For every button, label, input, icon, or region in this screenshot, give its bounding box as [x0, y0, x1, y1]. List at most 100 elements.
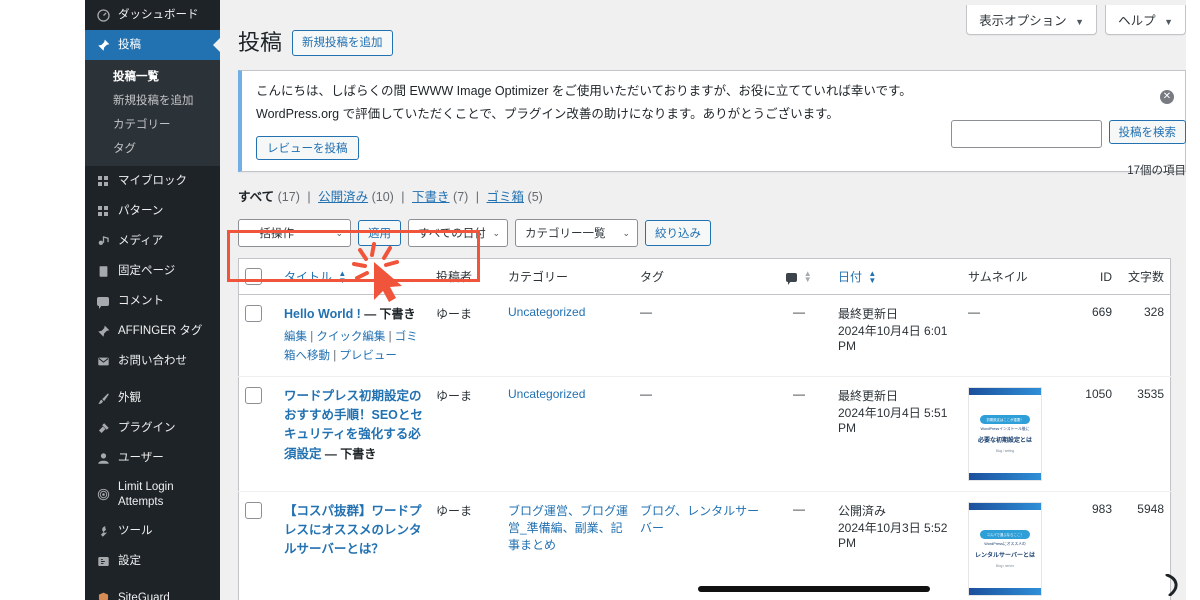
post-tag-link[interactable]: ブログ、レンタルサーバー [640, 504, 759, 535]
sidebar-item-limit-login-attempts[interactable]: Limit Login Attempts [85, 473, 220, 517]
sidebar-item-tools[interactable]: ツール [85, 517, 220, 547]
right-white-edge [1186, 0, 1200, 600]
column-header-date[interactable]: 日付 ▲ ▼ [832, 258, 962, 296]
pin-icon [95, 37, 111, 53]
sidebar-item-comments[interactable]: コメント [85, 286, 220, 316]
submenu-item-categories[interactable]: カテゴリー [85, 112, 220, 136]
column-header-categories: カテゴリー [502, 258, 634, 296]
post-review-button[interactable]: レビューを投稿 [256, 136, 359, 161]
sidebar-item-contact[interactable]: お問い合わせ [85, 346, 220, 376]
submenu-item-all-posts[interactable]: 投稿一覧 [85, 64, 220, 88]
posts-submenu[interactable]: 投稿一覧 新規投稿を追加 カテゴリー タグ [85, 60, 220, 166]
pin-icon [95, 323, 111, 339]
horizontal-scrollbar[interactable] [698, 586, 930, 592]
sidebar-item-patterns[interactable]: パターン [85, 196, 220, 226]
filter-separator: | [401, 190, 405, 205]
column-header-comments[interactable]: ▲ ▼ [766, 258, 832, 296]
sidebar-item-label: プラグイン [118, 421, 176, 434]
post-date-status: 最終更新日 [838, 307, 899, 322]
sort-arrows-icon[interactable]: ▲ ▼ [868, 270, 876, 285]
comment-icon [95, 293, 111, 309]
left-white-margin [0, 0, 85, 600]
filter-trash-label[interactable]: ゴミ箱 [487, 190, 525, 204]
table-row[interactable]: ワードプレス初期設定のおすすめ手順！SEOとセキュリティを強化する必須設定 — … [238, 375, 1171, 492]
sidebar-item-dashboard[interactable]: ダッシュボード [85, 0, 220, 30]
post-category-link[interactable]: Uncategorized [508, 305, 585, 319]
plugin-icon [95, 420, 111, 436]
select-all-checkbox[interactable] [245, 268, 262, 286]
post-state: — 下書き [364, 307, 416, 322]
sidebar-item-appearance[interactable]: 外観 [85, 383, 220, 413]
sidebar-item-label: コメント [118, 294, 164, 307]
table-row[interactable]: Hello World ! — 下書き 編集 | クイック編集 | ゴミ箱へ移動… [239, 295, 1171, 376]
screen-options-button[interactable]: 表示オプション ▼ [966, 5, 1098, 35]
table-row[interactable]: 【コスパ抜群】ワードプレスにオススメのレンタルサーバーとは？ ゆーま ブログ運営… [238, 490, 1171, 600]
submenu-item-tags[interactable]: タグ [85, 136, 220, 160]
filter-published-label[interactable]: 公開済み [318, 190, 368, 204]
post-char-count: 3535 [1118, 375, 1171, 492]
row-action-edit[interactable]: 編集 [284, 331, 307, 343]
column-header-author: 投稿者 [430, 258, 502, 296]
wrench-icon [95, 524, 111, 540]
admin-sidebar[interactable]: ダッシュボード 投稿 投稿一覧 新規投稿を追加 カテゴリー タグ マイブロック … [85, 0, 220, 600]
table-header-row: タイトル ▲ ▼ 投稿者 カテゴリー タグ ▲ ▼ 日付 ▲ ▼ サムネイル I… [238, 258, 1171, 296]
search-box[interactable]: 投稿を検索 [950, 120, 1186, 148]
post-id: 1050 [1066, 375, 1118, 492]
sidebar-item-my-blocks[interactable]: マイブロック [85, 166, 220, 196]
row-checkbox[interactable] [245, 501, 262, 519]
search-input[interactable] [950, 120, 1102, 148]
date-filter-select[interactable]: すべての日付 ⌄ [408, 219, 508, 248]
main-content: 表示オプション ▼ ヘルプ ▼ 投稿 新規投稿を追加 こんにちは、しばらくの間 … [220, 0, 1200, 600]
help-button[interactable]: ヘルプ ▼ [1105, 5, 1186, 35]
sort-arrows-icon[interactable]: ▲ ▼ [338, 270, 346, 285]
close-icon[interactable]: ✕ [1160, 89, 1174, 104]
thumbnail-bottom-bar [969, 587, 1041, 595]
bulk-actions-select[interactable]: 一括操作 ⌄ [238, 219, 351, 248]
post-author: ゆーま [436, 307, 473, 322]
sidebar-item-posts[interactable]: 投稿 [85, 30, 220, 60]
sidebar-item-siteguard[interactable]: SiteGuard [85, 584, 220, 600]
filter-separator: | [307, 190, 311, 205]
pages-icon [95, 263, 111, 279]
thumbnail-top-bar [969, 387, 1041, 395]
sidebar-divider [85, 577, 220, 584]
row-checkbox[interactable] [245, 386, 262, 404]
sidebar-item-affinger-tag[interactable]: AFFINGER タグ [85, 316, 220, 346]
sidebar-item-users[interactable]: ユーザー [85, 443, 220, 473]
sidebar-item-settings[interactable]: 設定 [85, 547, 220, 577]
sort-arrows-icon[interactable]: ▲ ▼ [804, 269, 812, 285]
submenu-item-add-new[interactable]: 新規投稿を追加 [85, 88, 220, 112]
sidebar-item-media[interactable]: メディア [85, 226, 220, 256]
select-all-header[interactable] [238, 258, 278, 296]
row-checkbox[interactable] [245, 305, 262, 323]
row-action-preview[interactable]: プレビュー [339, 350, 397, 362]
help-label: ヘルプ [1118, 14, 1156, 28]
item-count: 17個の項目 [1127, 165, 1186, 177]
table-navigation-top: 一括操作 ⌄ 適用 すべての日付 ⌄ カテゴリー一覧 ⌄ 絞り込み [238, 219, 1186, 248]
filter-all-label[interactable]: すべて [238, 190, 274, 204]
media-icon [95, 233, 111, 249]
sidebar-item-pages[interactable]: 固定ページ [85, 256, 220, 286]
post-id: 669 [1091, 305, 1112, 320]
search-posts-button[interactable]: 投稿を検索 [1108, 120, 1186, 144]
post-date-status: 最終更新日 [838, 388, 899, 403]
post-title-link[interactable]: 【コスパ抜群】ワードプレスにオススメのレンタルサーバーとは？ [284, 504, 422, 557]
filter-button[interactable]: 絞り込み [645, 220, 711, 247]
thumbnail-line-2: 必要な初期設定とは [977, 437, 1032, 444]
column-header-tags: タグ [634, 258, 766, 296]
post-status-filters[interactable]: すべて (17) | 公開済み (10) | 下書き (7) | ゴミ箱 (5) [238, 186, 1186, 205]
row-actions[interactable]: 編集 | クイック編集 | ゴミ箱へ移動 | プレビュー [284, 328, 424, 366]
post-category-link[interactable]: Uncategorized [508, 387, 585, 401]
category-filter-select[interactable]: カテゴリー一覧 ⌄ [515, 219, 638, 248]
post-title-link[interactable]: Hello World ! [284, 307, 361, 321]
thumbnail-line-2: レンタルサーバーとは [975, 552, 1035, 559]
chevron-down-icon: ⌄ [335, 227, 343, 238]
sidebar-item-label: SiteGuard [118, 592, 170, 600]
sidebar-item-plugins[interactable]: プラグイン [85, 413, 220, 443]
column-header-title[interactable]: タイトル ▲ ▼ [278, 258, 430, 296]
post-category-link[interactable]: ブログ運営、ブログ運営_準備編、副業、記事まとめ [508, 504, 628, 552]
apply-button[interactable]: 適用 [358, 220, 401, 247]
row-action-quick-edit[interactable]: クイック編集 [316, 331, 385, 343]
add-new-post-button[interactable]: 新規投稿を追加 [292, 30, 393, 57]
filter-draft-label[interactable]: 下書き [412, 190, 450, 204]
